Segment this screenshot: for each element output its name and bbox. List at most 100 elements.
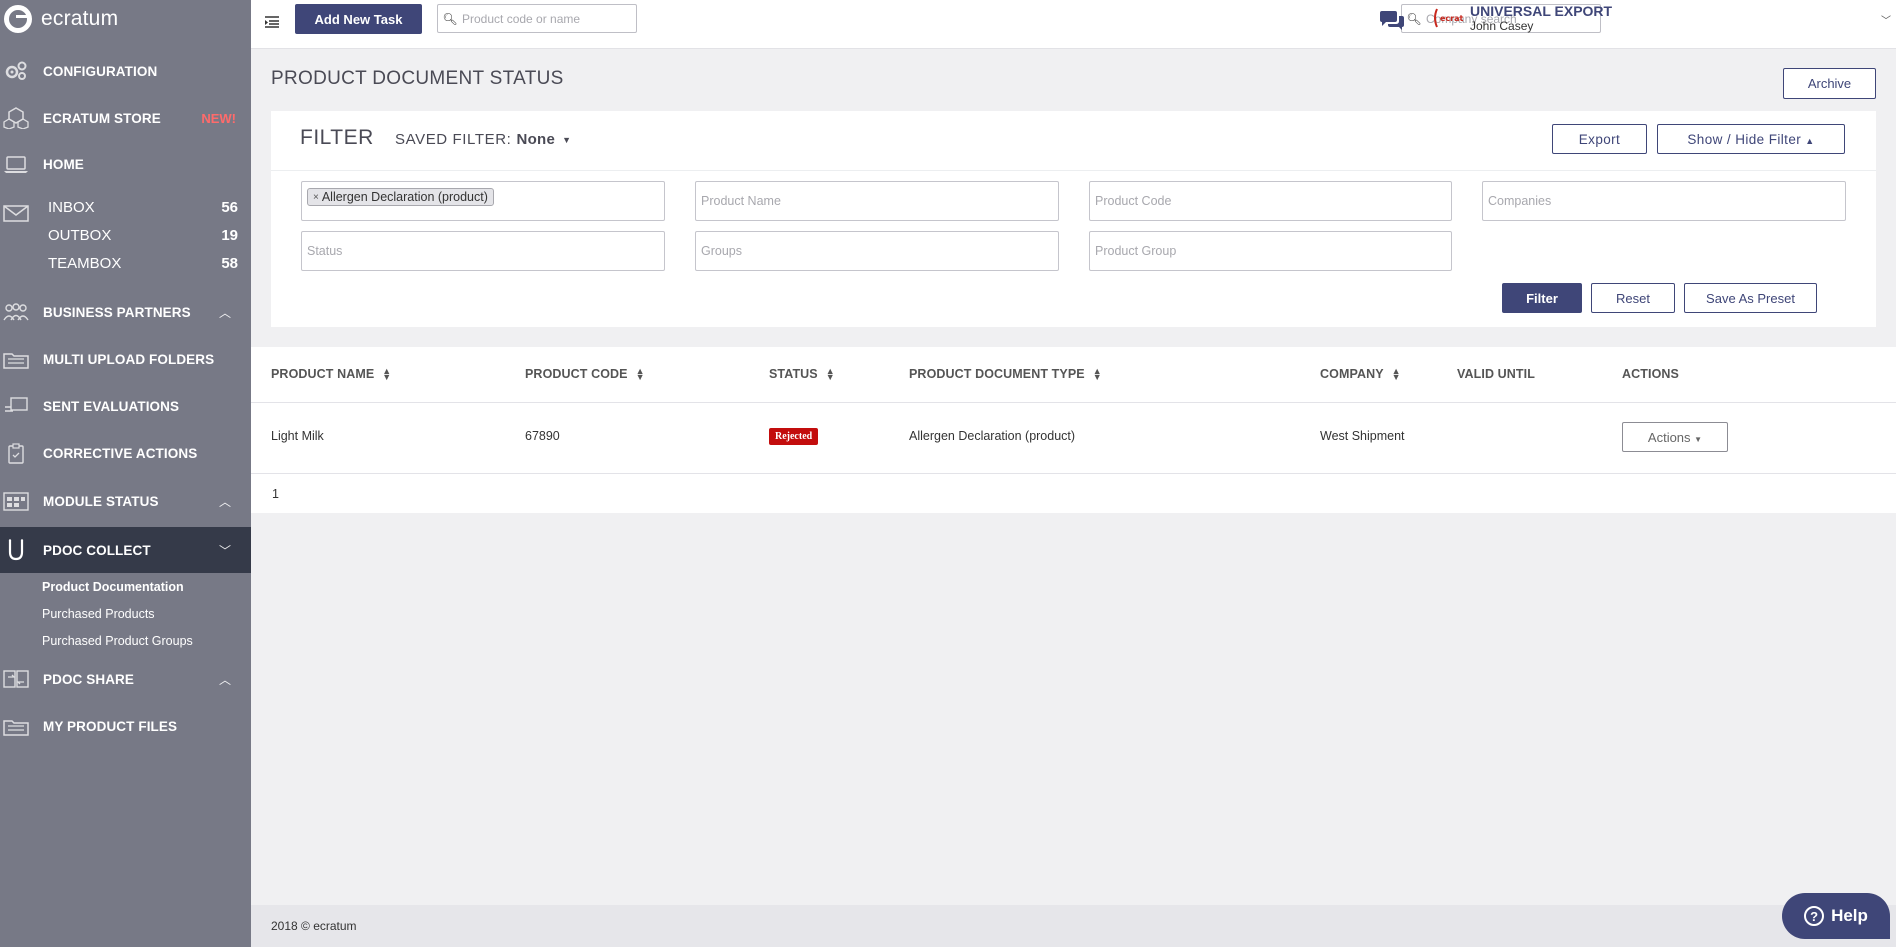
column-header-label: PRODUCT NAME bbox=[271, 367, 375, 381]
cell-status: Rejected bbox=[769, 428, 819, 445]
groups-input[interactable] bbox=[701, 244, 1058, 258]
product-name-input[interactable] bbox=[701, 194, 1058, 208]
saved-filter-label: SAVED FILTER: bbox=[395, 131, 512, 148]
saved-filter-value: None bbox=[516, 131, 556, 148]
cubes-icon bbox=[3, 107, 29, 129]
column-header-product-name[interactable]: PRODUCT NAME ▲ ▼ bbox=[271, 367, 391, 382]
evaluation-icon bbox=[3, 395, 29, 417]
company-switcher[interactable]: ecratum UNIVERSAL EXPORT John Casey bbox=[1432, 3, 1612, 33]
product-search: 🔍︎ bbox=[437, 4, 637, 33]
export-button[interactable]: Export bbox=[1552, 124, 1647, 154]
sidebar-item-my-product-files[interactable]: MY PRODUCT FILES bbox=[0, 708, 251, 744]
product-search-input[interactable] bbox=[462, 11, 630, 26]
outbox-label: OUTBOX bbox=[48, 227, 112, 244]
status-input[interactable] bbox=[307, 244, 664, 258]
product-code-filter bbox=[1089, 181, 1452, 221]
divider bbox=[271, 170, 1876, 171]
column-header-label: PRODUCT CODE bbox=[525, 367, 628, 381]
companies-input[interactable] bbox=[1488, 194, 1845, 208]
column-header-label: COMPANY bbox=[1320, 367, 1384, 381]
archive-button[interactable]: Archive bbox=[1783, 68, 1876, 99]
sidebar-item-label: MY PRODUCT FILES bbox=[43, 718, 178, 734]
sidebar-item-home[interactable]: HOME bbox=[0, 146, 251, 182]
cell-product-name[interactable]: Light Milk bbox=[271, 429, 324, 443]
sidebar-item-label: MODULE STATUS bbox=[43, 493, 159, 509]
product-code-input[interactable] bbox=[1095, 194, 1451, 208]
saved-filter-dropdown[interactable]: SAVED FILTER: None ▼ bbox=[395, 131, 572, 148]
page-title: PRODUCT DOCUMENT STATUS bbox=[271, 68, 564, 89]
chevron-down-icon[interactable]: ﹀ bbox=[1881, 12, 1891, 27]
sidebar-item-pdoc-collect[interactable]: PDOC COLLECT ﹀ bbox=[0, 527, 251, 573]
column-header-company[interactable]: COMPANY ▲ ▼ bbox=[1320, 366, 1401, 382]
envelope-icon bbox=[3, 202, 29, 224]
sidebar-item-outbox[interactable]: OUTBOX 19 bbox=[48, 227, 238, 244]
sidebar-item-ecratum-store[interactable]: ECRATUM STORE NEW! bbox=[0, 100, 251, 136]
groups-filter bbox=[695, 231, 1059, 271]
teambox-count: 58 bbox=[221, 255, 238, 272]
sidebar-item-label: PDOC SHARE bbox=[43, 671, 135, 687]
sidebar-item-inbox[interactable]: INBOX 56 bbox=[48, 199, 238, 216]
column-header-label: ACTIONS bbox=[1622, 367, 1679, 381]
companies-filter bbox=[1482, 181, 1846, 221]
outbox-count: 19 bbox=[221, 227, 238, 244]
cell-product-code: 67890 bbox=[525, 429, 560, 443]
sidebar-item-module-status[interactable]: MODULE STATUS ︿ bbox=[0, 483, 251, 519]
pagination-page[interactable]: 1 bbox=[272, 487, 279, 501]
laptop-icon bbox=[3, 153, 29, 175]
question-icon: ? bbox=[1804, 906, 1825, 926]
sidebar-item-multi-upload-folders[interactable]: MULTI UPLOAD FOLDERS bbox=[0, 341, 251, 377]
sidebar-item-corrective-actions[interactable]: CORRECTIVE ACTIONS bbox=[0, 435, 251, 471]
caret-up-icon: ▲ bbox=[1805, 135, 1815, 146]
caret-down-icon: ▼ bbox=[1694, 434, 1703, 444]
sidebar-item-label: CONFIGURATION bbox=[43, 63, 158, 79]
menu-toggle-icon[interactable] bbox=[264, 14, 280, 30]
column-header-valid-until: VALID UNTIL bbox=[1457, 367, 1535, 381]
filter-button[interactable]: Filter bbox=[1502, 283, 1582, 313]
column-header-product-code[interactable]: PRODUCT CODE ▲ ▼ bbox=[525, 366, 645, 382]
filter-heading: FILTER bbox=[300, 126, 374, 149]
show-hide-filter-button[interactable]: Show / Hide Filter ▲ bbox=[1657, 124, 1845, 154]
help-button[interactable]: ? Help bbox=[1782, 893, 1890, 939]
row-actions-button[interactable]: Actions ▼ bbox=[1622, 422, 1728, 452]
caret-down-icon: ▼ bbox=[562, 134, 572, 145]
chat-icon[interactable] bbox=[1378, 10, 1406, 32]
sort-icon: ▲ ▼ bbox=[635, 366, 645, 382]
svg-text:ecratum: ecratum bbox=[1440, 14, 1464, 23]
folders-icon bbox=[3, 715, 29, 737]
ecratum-logo[interactable]: ecratum bbox=[4, 3, 118, 35]
divider bbox=[251, 402, 1896, 403]
product-group-input[interactable] bbox=[1095, 244, 1451, 258]
save-as-preset-button[interactable]: Save As Preset bbox=[1684, 283, 1817, 313]
column-header-status[interactable]: STATUS ▲ ▼ bbox=[769, 367, 835, 382]
share-docs-icon bbox=[3, 668, 29, 690]
sidebar-item-label: HOME bbox=[43, 156, 84, 172]
sidebar-item-teambox[interactable]: TEAMBOX 58 bbox=[48, 255, 238, 272]
add-new-task-button[interactable]: Add New Task bbox=[295, 4, 422, 34]
reset-button[interactable]: Reset bbox=[1591, 283, 1675, 313]
sidebar-item-sent-evaluations[interactable]: SENT EVALUATIONS bbox=[0, 388, 251, 424]
column-header-label: PRODUCT DOCUMENT TYPE bbox=[909, 367, 1085, 381]
sidebar-item-business-partners[interactable]: BUSINESS PARTNERS ︿ bbox=[0, 294, 251, 330]
inbox-count: 56 bbox=[221, 199, 238, 216]
submenu-item-product-documentation[interactable]: Product Documentation bbox=[0, 574, 251, 601]
product-name-filter bbox=[695, 181, 1059, 221]
ecratum-logo-icon bbox=[4, 5, 32, 33]
gears-icon bbox=[3, 60, 29, 82]
show-hide-filter-label: Show / Hide Filter bbox=[1687, 131, 1802, 147]
submenu-item-purchased-products[interactable]: Purchased Products bbox=[0, 601, 251, 628]
inbox-label: INBOX bbox=[48, 199, 95, 216]
remove-tag-icon[interactable]: × bbox=[313, 192, 319, 203]
sidebar-item-pdoc-share[interactable]: PDOC SHARE ︿ bbox=[0, 661, 251, 697]
column-header-document-type[interactable]: PRODUCT DOCUMENT TYPE ▲ ▼ bbox=[909, 367, 1102, 382]
sort-icon: ▲ ▼ bbox=[1391, 366, 1401, 382]
folders-icon bbox=[3, 348, 29, 370]
teambox-label: TEAMBOX bbox=[48, 255, 122, 272]
chevron-up-icon: ︿ bbox=[218, 494, 231, 509]
document-type-filter[interactable]: × Allergen Declaration (product) bbox=[301, 181, 665, 221]
sidebar-item-configuration[interactable]: CONFIGURATION bbox=[0, 53, 251, 89]
search-icon: 🔍︎ bbox=[442, 11, 458, 26]
sidebar-item-label: BUSINESS PARTNERS bbox=[43, 304, 191, 320]
user-name: John Casey bbox=[1470, 19, 1534, 33]
dashboard-icon bbox=[3, 490, 29, 512]
submenu-item-purchased-product-groups[interactable]: Purchased Product Groups bbox=[0, 628, 251, 655]
